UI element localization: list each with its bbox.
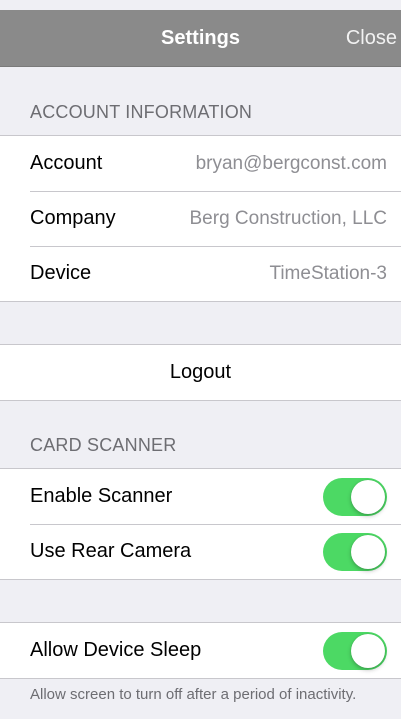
device-label: Device — [30, 262, 92, 284]
enable-scanner-label: Enable Scanner — [30, 485, 173, 507]
use-rear-camera-label: Use Rear Camera — [30, 540, 192, 562]
account-row: Account bryan@bergconst.com — [0, 136, 401, 191]
logout-button[interactable]: Logout — [0, 345, 401, 400]
account-info-group: Account bryan@bergconst.com Company Berg… — [0, 135, 401, 302]
account-label: Account — [30, 152, 103, 174]
allow-device-sleep-label: Allow Device Sleep — [30, 639, 202, 661]
allow-device-sleep-row: Allow Device Sleep — [0, 623, 401, 678]
enable-scanner-toggle[interactable] — [323, 477, 387, 516]
card-scanner-section-header: CARD SCANNER — [30, 435, 177, 455]
close-button[interactable]: Close — [346, 10, 397, 67]
toggle-knob — [351, 633, 385, 668]
device-sleep-group: Allow Device Sleep — [0, 622, 401, 679]
toggle-knob — [351, 534, 385, 569]
toggle-knob — [351, 479, 385, 514]
account-value: bryan@bergconst.com — [195, 152, 387, 174]
device-sleep-footer-note: Allow screen to turn off after a period … — [30, 686, 357, 703]
company-row: Company Berg Construction, LLC — [0, 191, 401, 246]
enable-scanner-row: Enable Scanner — [0, 469, 401, 524]
use-rear-camera-row: Use Rear Camera — [0, 524, 401, 579]
settings-screen: Settings Close ACCOUNT INFORMATION Accou… — [0, 0, 401, 719]
company-label: Company — [30, 207, 116, 229]
logout-group: Logout — [0, 344, 401, 401]
logout-label: Logout — [169, 361, 232, 383]
device-row: Device TimeStation-3 — [0, 246, 401, 301]
use-rear-camera-toggle[interactable] — [323, 532, 387, 571]
allow-device-sleep-toggle[interactable] — [323, 631, 387, 670]
card-scanner-group: Enable Scanner Use Rear Camera — [0, 468, 401, 580]
device-value: TimeStation-3 — [269, 262, 387, 284]
page-title: Settings — [161, 27, 240, 49]
company-value: Berg Construction, LLC — [189, 207, 388, 229]
navigation-bar: Settings Close — [0, 10, 401, 67]
account-section-header: ACCOUNT INFORMATION — [30, 102, 253, 122]
